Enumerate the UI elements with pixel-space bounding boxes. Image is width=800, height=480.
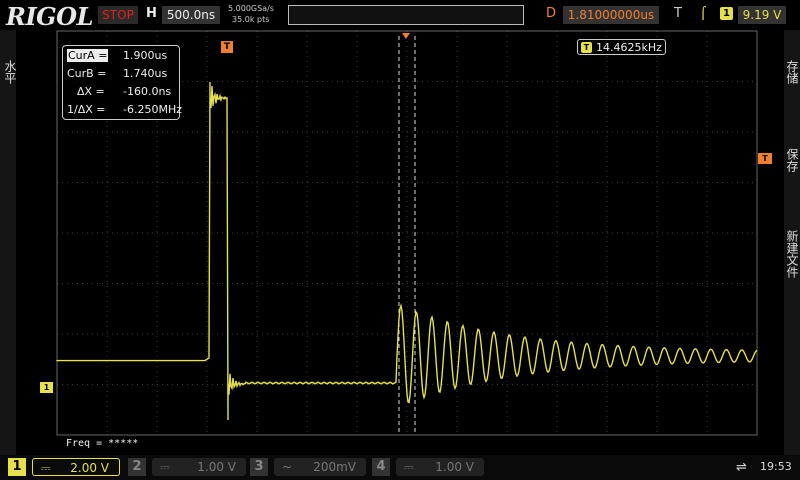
trigger-source-badge: 1 [720,7,733,20]
menu-storage[interactable]: 存储 [784,60,800,84]
dc-coupling-icon: ⎓ [160,460,170,474]
channel3-scale-value: 200mV [313,460,356,474]
channel1-scale-value: 2.00 V [70,461,109,475]
run-stop-status[interactable]: STOP [98,6,138,24]
dc-coupling-icon: ⎓ [404,460,414,474]
delta-x-value: -160.0ns [123,85,172,98]
trigger-frequency-counter: T 14.4625kHz [577,39,666,55]
channel1-ground-marker[interactable]: 1 [40,382,53,393]
delay-label: D [546,6,557,21]
memory-depth: 35.0k pts [232,15,270,24]
trigger-level-marker[interactable]: T [758,153,772,164]
trigger-frequency-value: 14.4625kHz [596,41,662,54]
left-menu-panel [0,30,16,455]
trigger-position-marker[interactable]: T [221,41,233,53]
channel1-scale[interactable]: ⎓ 2.00 V [32,458,120,476]
channel2-scale-value: 1.00 V [197,460,236,474]
brand-logo: RIGOL [6,2,93,31]
cursor-a-label[interactable]: CurA = [67,49,109,62]
menu-horizontal[interactable]: 水平 [2,60,19,84]
timebase-value[interactable]: 500.0ns [162,6,220,24]
timebase-label: H [146,6,157,21]
frequency-measurement: Freq = ***** [66,438,139,449]
trigger-level-value[interactable]: 9.19 V [738,6,786,24]
rising-edge-icon: ⌠ [700,6,707,20]
channel1-button[interactable]: 1 [8,458,26,476]
delta-x-label: ΔX = [77,85,105,98]
channel4-scale[interactable]: ⎓ 1.00 V [396,458,484,476]
cursor-b-label[interactable]: CurB = [67,67,106,80]
sample-rate: 5.000GSa/s [228,4,274,13]
channel3-button[interactable]: 3 [250,458,268,476]
channel4-button[interactable]: 4 [372,458,390,476]
channel4-scale-value: 1.00 V [435,460,474,474]
delay-value[interactable]: 1.81000000us [563,6,659,24]
channel-bar: 1 ⎓ 2.00 V 2 ⎓ 1.00 V 3 ~ 200mV 4 ⎓ 1.00… [0,455,800,480]
cursor-b-value: 1.740us [123,67,168,80]
trigger-label: T [674,6,682,21]
dc-coupling-icon: ⎓ [41,461,51,475]
ac-coupling-icon: ~ [282,460,293,474]
channel3-scale[interactable]: ~ 200mV [274,458,366,476]
menu-new-file[interactable]: 新建文件 [784,230,800,278]
channel2-scale[interactable]: ⎓ 1.00 V [152,458,246,476]
menu-save[interactable]: 保存 [784,148,800,172]
cursor-a-value: 1.900us [123,49,168,62]
inverse-delta-x-value: -6.250MHz [123,103,182,116]
usb-icon: ⇌ [736,460,747,475]
cursor-readout: CurA = 1.900us CurB = 1.740us ΔX = -160.0ns… [62,45,182,120]
memory-overview [288,5,524,25]
inverse-delta-x-label: 1/ΔX = [67,103,106,116]
channel2-button[interactable]: 2 [128,458,146,476]
trigger-freq-badge: T [581,42,592,53]
clock-time: 19:53 [760,460,792,473]
